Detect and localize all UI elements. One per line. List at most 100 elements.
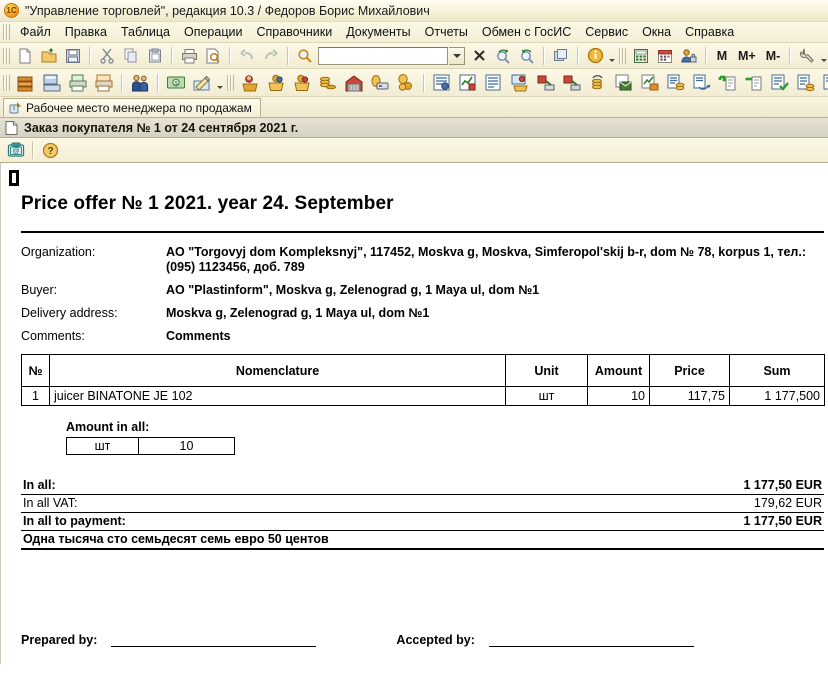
report-cart-button[interactable] [508,71,532,95]
window-title-bar: 1C "Управление торговлей", редакция 10.3… [0,0,828,22]
column-header-nomenclature: Nomenclature [49,354,506,387]
document-icon [5,120,18,135]
menu-item-edit[interactable]: Правка [58,23,114,41]
add-document-button[interactable] [716,71,740,95]
amount-in-all-table: шт 10 [66,437,235,455]
total-row-vat: In all VAT: 179,62 EUR [21,495,824,513]
help-button[interactable]: ? [39,139,61,161]
user-lock-button[interactable] [678,45,700,67]
buyer-order-button[interactable] [238,71,262,95]
menu-item-service[interactable]: Сервис [578,23,635,41]
print-preview-button[interactable] [202,45,224,67]
signature-accepted-by: Accepted by: [396,633,694,647]
document-entry-button[interactable] [190,71,214,95]
email-document-button[interactable] [612,71,636,95]
info-button[interactable] [584,45,606,67]
coins-button[interactable] [394,71,418,95]
document-sync-button[interactable] [690,71,714,95]
copy-button[interactable] [120,45,142,67]
report-sales-button[interactable] [430,71,454,95]
info-dropdown-arrow[interactable] [607,46,616,66]
money-refresh-button[interactable] [586,71,610,95]
open-document-button[interactable] [38,45,60,67]
print-invoice-button[interactable] [92,71,116,95]
save-as-picture-button[interactable]: @ [5,139,27,161]
menu-item-documents[interactable]: Документы [339,23,417,41]
memory-add-button[interactable]: M+ [734,46,760,66]
memory-recall-button[interactable]: M [712,46,732,66]
menu-item-windows[interactable]: Окна [635,23,678,41]
report-analytics-button[interactable] [456,71,480,95]
toolbar-separator [229,46,231,65]
document-price-button[interactable] [794,71,818,95]
configuration-toolbar-gripper[interactable] [2,74,10,91]
tab-sales-manager-workplace[interactable]: Рабочее место менеджера по продажам [3,98,261,117]
signatures-block: Prepared by: Accepted by: [21,633,824,647]
menu-item-table[interactable]: Таблица [114,23,177,41]
menu-item-help[interactable]: Справка [678,23,741,41]
remove-document-button[interactable] [742,71,766,95]
search-input[interactable] [319,47,447,64]
counterparties-button[interactable] [128,71,152,95]
search-dropdown-arrow[interactable] [449,46,465,65]
windows-list-button[interactable] [550,45,572,67]
payment-card-button[interactable] [368,71,392,95]
field-value: AO "Plastinform", Moskva g, Zelenograd g… [166,283,540,297]
total-value: 1 177,50 EUR [743,514,822,528]
clear-search-button[interactable] [468,45,490,67]
redo-button[interactable] [260,45,282,67]
menu-item-file[interactable]: Файл [13,23,58,41]
menu-item-operations[interactable]: Операции [177,23,249,41]
toolbar-gripper-3[interactable] [226,74,234,91]
document-money-button[interactable] [664,71,688,95]
new-document-button[interactable] [14,45,36,67]
goods-receipt-button[interactable] [560,71,584,95]
paste-button[interactable] [144,45,166,67]
nomenclature-catalog-button[interactable] [14,71,38,95]
find-button[interactable] [294,45,316,67]
find-previous-button[interactable] [516,45,538,67]
toolbar-separator [287,46,289,65]
cut-button[interactable] [96,45,118,67]
field-label: Comments: [21,329,85,343]
cell-unit: шт [505,386,588,406]
field-label: Delivery address: [21,306,118,320]
goods-transfer-button[interactable] [534,71,558,95]
toolbar-gripper-2[interactable] [618,47,626,64]
approve-document-button[interactable] [768,71,792,95]
cash-flow-button[interactable]: $ [164,71,188,95]
table-row[interactable]: 1 juicer BINATONE JE 102 шт 10 117,75 1 … [21,386,825,406]
sales-return-basket-button[interactable] [290,71,314,95]
print-price-list-button[interactable] [66,71,90,95]
money-stack-button[interactable] [316,71,340,95]
save-document-button[interactable] [62,45,84,67]
settings-dropdown-arrow[interactable] [819,46,828,66]
report-canvas[interactable]: Price offer № 1 2021. year 24. September… [0,163,828,664]
field-label: Organization: [21,245,96,259]
menu-item-reports[interactable]: Отчеты [418,23,475,41]
print-button[interactable] [178,45,200,67]
calendar-button[interactable] [654,45,676,67]
cell-amount: 10 [587,386,650,406]
find-next-button[interactable] [492,45,514,67]
calculator-button[interactable] [630,45,652,67]
warehouse-button[interactable] [342,71,366,95]
page-title: Price offer № 1 2021. year 24. September [21,193,394,214]
document-discount-button[interactable] [820,71,828,95]
document-entry-dropdown-arrow[interactable] [215,73,224,93]
standard-toolbar-gripper[interactable] [2,47,10,64]
undo-button[interactable] [236,45,258,67]
tab-label: Рабочее место менеджера по продажам [26,100,252,115]
menu-item-references[interactable]: Справочники [249,23,339,41]
menu-bar-gripper[interactable] [2,24,10,40]
search-input-wrapper[interactable] [318,46,448,65]
document-chart-button[interactable] [638,71,662,95]
report-list-button[interactable] [482,71,506,95]
price-list-button[interactable] [40,71,64,95]
memory-subtract-button[interactable]: M- [762,46,785,66]
settings-wrench-button[interactable] [796,45,818,67]
menu-item-gosis[interactable]: Обмен с ГосИС [475,23,578,41]
total-label: In all: [23,478,56,492]
field-value: Moskva g, Zelenograd g, 1 Maya ul, dom №… [166,306,430,320]
sales-basket-button[interactable] [264,71,288,95]
